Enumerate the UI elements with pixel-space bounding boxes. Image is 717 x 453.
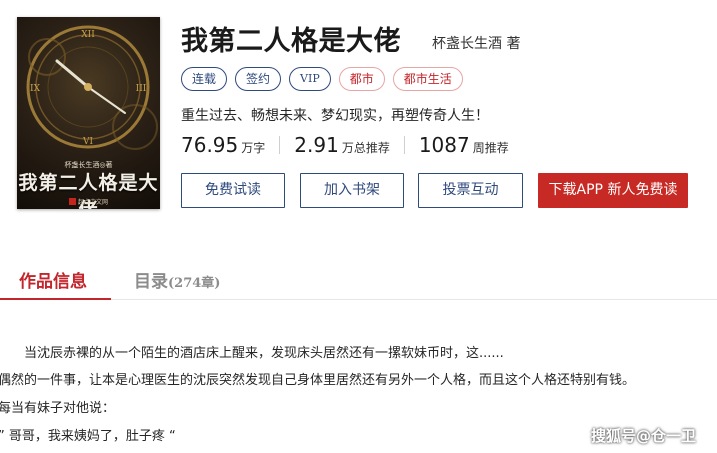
- book-cover[interactable]: XII III VI IX 杯盏长生酒◎著 我第二人格是大佬 起点中文网: [17, 17, 160, 209]
- active-tab-indicator: [0, 298, 111, 300]
- svg-text:VI: VI: [82, 137, 93, 147]
- book-title: 我第二人格是大佬: [181, 26, 401, 57]
- tag-category-urban[interactable]: 都市: [338, 67, 385, 91]
- read-free-button[interactable]: 免费试读: [181, 173, 285, 208]
- tag-vip: VIP: [289, 67, 331, 91]
- stat-unit: 周推荐: [472, 141, 509, 155]
- tag-list: 连载 签约 VIP 都市 都市生活: [181, 67, 463, 91]
- tag-signed: 签约: [235, 67, 282, 91]
- cover-publisher: 起点中文网: [17, 197, 160, 206]
- tag-serializing: 连载: [181, 67, 228, 91]
- stat-value: 1087: [418, 133, 470, 157]
- book-author[interactable]: 杯盏长生酒 著: [432, 33, 520, 53]
- watermark-text: 搜狐号@仓一卫: [591, 427, 697, 445]
- tab-catalog-label: 目录: [134, 272, 168, 292]
- synopsis-line: 当沈辰赤裸的从一个陌生的酒店床上醒来，发现床头居然还有一摞软妹币时，这.....…: [24, 346, 504, 361]
- tab-book-info[interactable]: 作品信息: [19, 267, 87, 292]
- svg-text:III: III: [136, 84, 147, 94]
- stat-value: 2.91: [294, 133, 339, 157]
- synopsis-line: 每当有妹子对他说：: [0, 401, 116, 416]
- stat-value: 76.95: [181, 133, 239, 157]
- divider: [279, 136, 281, 154]
- publisher-logo-icon: [68, 198, 76, 205]
- stat-total-recommend: 2.91 万总推荐: [294, 133, 390, 157]
- stat-unit: 万总推荐: [341, 141, 390, 155]
- book-stats: 76.95 万字 2.91 万总推荐 1087 周推荐: [181, 133, 509, 157]
- stat-weekly-recommend: 1087 周推荐: [419, 133, 509, 157]
- tab-catalog[interactable]: 目录(274章): [134, 267, 220, 292]
- download-app-button[interactable]: 下载APP 新人免费读: [538, 173, 688, 208]
- add-to-shelf-button[interactable]: 加入书架: [300, 173, 404, 208]
- svg-text:XII: XII: [81, 30, 95, 40]
- tag-subcategory-urban-life[interactable]: 都市生活: [392, 67, 463, 91]
- svg-text:IX: IX: [30, 84, 41, 94]
- detail-tabs: 作品信息 目录(274章): [0, 258, 717, 300]
- cover-publisher-name: 起点中文网: [77, 199, 108, 206]
- stat-word-count: 76.95 万字: [181, 133, 265, 157]
- stat-unit: 万字: [241, 141, 266, 155]
- vote-button[interactable]: 投票互动: [418, 173, 523, 208]
- synopsis-line: 偶然的一件事，让本是心理医生的沈辰突然发现自己身体里居然还有另外一个人格，而且这…: [0, 373, 636, 388]
- book-intro: 重生过去、畅想未来、梦幻现实，再塑传奇人生！: [181, 108, 489, 124]
- chapter-count: (274章): [168, 276, 221, 291]
- divider: [403, 136, 405, 154]
- synopsis-line: ” 哥哥，我来姨妈了，肚子疼 “: [0, 429, 176, 444]
